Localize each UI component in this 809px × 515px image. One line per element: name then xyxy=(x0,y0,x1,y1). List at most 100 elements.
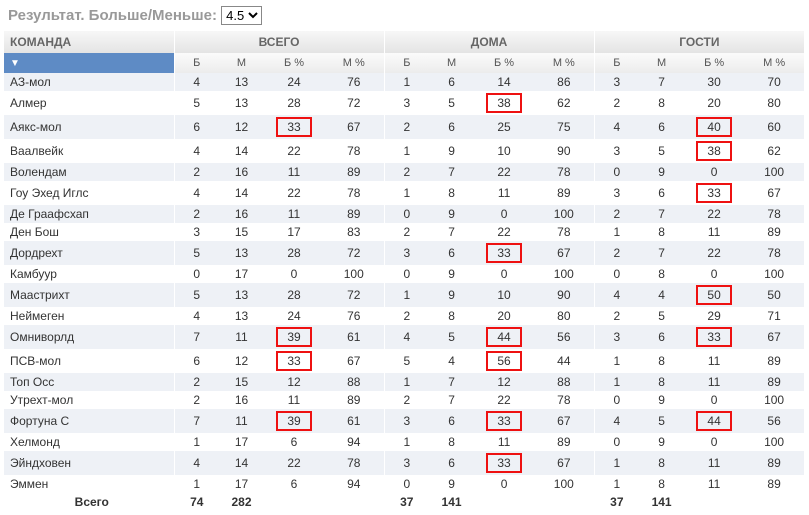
stat-cell: 3 xyxy=(594,73,639,91)
col-b[interactable]: Б xyxy=(384,53,429,73)
stat-cell: 78 xyxy=(324,451,384,475)
stat-cell: 282 xyxy=(219,493,264,511)
stat-cell: 80 xyxy=(744,91,804,115)
stat-cell: 8 xyxy=(639,373,684,391)
team-name: АЗ-мол xyxy=(4,73,174,91)
highlight-box: 40 xyxy=(696,117,732,137)
col-team[interactable]: КОМАНДА xyxy=(4,31,174,53)
stat-cell: 6 xyxy=(429,409,474,433)
stat-cell: 40 xyxy=(684,115,744,139)
stat-cell: 39 xyxy=(264,325,324,349)
stat-cell: 6 xyxy=(639,181,684,205)
col-b[interactable]: Б xyxy=(174,53,219,73)
stat-cell: 11 xyxy=(684,451,744,475)
col-bpct[interactable]: Б % xyxy=(474,53,534,73)
stat-cell: 67 xyxy=(534,241,594,265)
stat-cell: 56 xyxy=(474,349,534,373)
stat-cell: 2 xyxy=(384,223,429,241)
stat-cell: 100 xyxy=(534,475,594,493)
team-name: Дордрехт xyxy=(4,241,174,265)
col-b[interactable]: Б xyxy=(594,53,639,73)
col-m[interactable]: М xyxy=(219,53,264,73)
highlight-box: 33 xyxy=(276,117,312,137)
stat-cell: 4 xyxy=(639,283,684,307)
stat-cell: 13 xyxy=(219,73,264,91)
table-row: Эйндховен4142278363367181189 xyxy=(4,451,804,475)
stat-cell: 56 xyxy=(744,409,804,433)
stat-cell: 141 xyxy=(429,493,474,511)
table-row: Омниворлд7113961454456363367 xyxy=(4,325,804,349)
stat-cell: 7 xyxy=(429,163,474,181)
stat-cell: 4 xyxy=(594,115,639,139)
stat-cell: 5 xyxy=(174,241,219,265)
col-mpct[interactable]: М % xyxy=(324,53,384,73)
stat-cell: 4 xyxy=(429,349,474,373)
col-bpct[interactable]: Б % xyxy=(684,53,744,73)
stat-cell: 33 xyxy=(264,115,324,139)
stat-cell: 13 xyxy=(219,91,264,115)
stat-cell xyxy=(534,493,594,511)
stat-cell: 72 xyxy=(324,283,384,307)
stat-cell: 72 xyxy=(324,91,384,115)
stat-cell: 4 xyxy=(174,181,219,205)
stat-cell: 1 xyxy=(174,475,219,493)
stat-cell: 20 xyxy=(474,307,534,325)
col-m[interactable]: М xyxy=(429,53,474,73)
team-name: Эйндховен xyxy=(4,451,174,475)
stat-cell: 6 xyxy=(639,325,684,349)
col-bpct[interactable]: Б % xyxy=(264,53,324,73)
stat-cell: 67 xyxy=(534,451,594,475)
stat-cell: 61 xyxy=(324,409,384,433)
table-row: Де Граафсхап2161189090100272278 xyxy=(4,205,804,223)
stat-cell: 4 xyxy=(174,73,219,91)
col-mpct[interactable]: М % xyxy=(744,53,804,73)
stat-cell: 100 xyxy=(744,265,804,283)
grp-away[interactable]: ГОСТИ xyxy=(594,31,804,53)
stat-cell: 2 xyxy=(174,391,219,409)
stat-cell: 44 xyxy=(534,349,594,373)
stat-cell: 15 xyxy=(219,223,264,241)
col-m[interactable]: М xyxy=(639,53,684,73)
team-name: Эммен xyxy=(4,475,174,493)
stat-cell: 29 xyxy=(684,307,744,325)
stat-cell: 4 xyxy=(594,409,639,433)
stat-cell: 71 xyxy=(744,307,804,325)
stat-cell: 1 xyxy=(384,181,429,205)
highlight-box: 39 xyxy=(276,327,312,347)
team-name: Фортуна С xyxy=(4,409,174,433)
stat-cell: 6 xyxy=(174,349,219,373)
stat-cell: 1 xyxy=(594,373,639,391)
col-mpct[interactable]: М % xyxy=(534,53,594,73)
stat-cell: 3 xyxy=(174,223,219,241)
stat-cell: 5 xyxy=(429,91,474,115)
stat-cell: 67 xyxy=(324,115,384,139)
stat-cell: 86 xyxy=(534,73,594,91)
stat-cell xyxy=(684,493,744,511)
grp-home[interactable]: ДОМА xyxy=(384,31,594,53)
grp-total[interactable]: ВСЕГО xyxy=(174,31,384,53)
table-row: Утрехт-мол2161189272278090100 xyxy=(4,391,804,409)
table-row-total: Всего742823714137141 xyxy=(4,493,804,511)
table-row: Ваалвейк4142278191090353862 xyxy=(4,139,804,163)
threshold-select[interactable]: 4.5 xyxy=(221,6,262,25)
team-name: Хелмонд xyxy=(4,433,174,451)
stat-cell: 5 xyxy=(174,283,219,307)
stat-cell: 16 xyxy=(219,163,264,181)
stat-cell: 75 xyxy=(534,115,594,139)
sort-indicator[interactable]: ▼ xyxy=(4,53,174,73)
stat-cell: 89 xyxy=(324,205,384,223)
table-row: АЗ-мол4132476161486373070 xyxy=(4,73,804,91)
stat-cell: 8 xyxy=(429,181,474,205)
stat-cell: 89 xyxy=(324,163,384,181)
team-name: Топ Осс xyxy=(4,373,174,391)
table-row: Эммен117694090100181189 xyxy=(4,475,804,493)
stat-cell: 56 xyxy=(534,325,594,349)
stat-cell: 0 xyxy=(684,391,744,409)
stat-cell: 28 xyxy=(264,91,324,115)
stat-cell: 61 xyxy=(324,325,384,349)
stat-cell: 22 xyxy=(684,205,744,223)
stat-cell: 37 xyxy=(594,493,639,511)
stat-cell: 14 xyxy=(219,181,264,205)
stat-cell: 7 xyxy=(429,373,474,391)
stat-cell: 11 xyxy=(684,223,744,241)
